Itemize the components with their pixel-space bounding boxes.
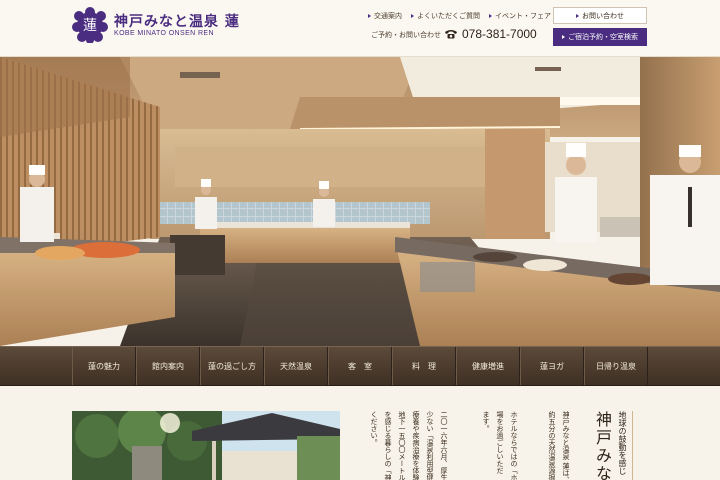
- nav-item-day-spa[interactable]: 日帰り温泉: [584, 347, 648, 385]
- intro-section: ください。 を感じる暮らしの「神戸 地下一五〇〇メートル 療養や疾病治療を体験 …: [0, 387, 720, 480]
- util-link-label: 交通案内: [374, 12, 402, 20]
- nav-item-rooms[interactable]: 客 室: [328, 347, 392, 385]
- arrow-icon: [489, 14, 492, 18]
- site-header: 蓮 神戸みなと温泉 蓮 KOBE MINATO ONSEN REN 交通案内 よ…: [0, 0, 720, 57]
- utility-nav: 交通案内 よくいただくご質問 イベント・フェア: [368, 11, 560, 21]
- nav-item-cuisine[interactable]: 料 理: [392, 347, 456, 385]
- intro-text-col: 二〇一六年六月、厚生: [440, 411, 448, 480]
- util-link-faq[interactable]: よくいただくご質問: [411, 11, 480, 21]
- intro-text-col: 地下一五〇〇メートル: [398, 411, 406, 480]
- arrow-icon: [411, 14, 414, 18]
- nav-item-appeal[interactable]: 蓮の魅力: [72, 347, 136, 385]
- intro-text-col: 約五分の天然温泉源掘: [548, 411, 556, 480]
- phone-number[interactable]: 078-381-7000: [462, 27, 537, 41]
- lotus-logo-icon[interactable]: 蓮: [72, 7, 108, 43]
- nav-item-natural-hot-spring[interactable]: 天然温泉: [264, 347, 328, 385]
- intro-catchphrase: 地球の鼓動を感じ: [611, 411, 633, 480]
- util-link-label: イベント・フェア: [495, 12, 551, 20]
- nav-item-health[interactable]: 健康増進: [456, 347, 520, 385]
- contact-button[interactable]: お問い合わせ: [553, 7, 647, 24]
- reservation-search-button[interactable]: ご宿泊予約・空室検索: [553, 28, 647, 46]
- intro-text-col: ます。: [482, 411, 490, 432]
- arrow-icon: [368, 14, 371, 18]
- util-link-access[interactable]: 交通案内: [368, 11, 402, 21]
- brand-name-en[interactable]: KOBE MINATO ONSEN REN: [114, 30, 214, 37]
- global-navigation: 蓮の魅力 館内案内 蓮の過ごし方 天然温泉 客 室 料 理 健康増進 蓮ヨガ 日…: [0, 346, 720, 386]
- phone-label: ご予約・お問い合わせ: [371, 31, 441, 39]
- intro-text-col: 神戸みなと温泉 蓮は、: [562, 411, 570, 480]
- intro-text-col: を感じる暮らしの「神戸: [384, 411, 392, 480]
- global-nav-list: 蓮の魅力 館内案内 蓮の過ごし方 天然温泉 客 室 料 理 健康増進 蓮ヨガ 日…: [72, 347, 648, 385]
- garden-gazebo-photo: [72, 411, 340, 480]
- contact-button-label: お問い合わせ: [582, 11, 624, 20]
- intro-text-col: 療養や疾病治療を体験: [412, 411, 420, 480]
- arrow-icon: [562, 35, 565, 39]
- brand-name-jp[interactable]: 神戸みなと温泉 蓮: [114, 11, 240, 31]
- nav-item-how-to-spend[interactable]: 蓮の過ごし方: [200, 347, 264, 385]
- util-link-events[interactable]: イベント・フェア: [489, 11, 551, 21]
- intro-text-col: 場をお過ごしいただ: [496, 411, 504, 474]
- reservation-button-label: ご宿泊予約・空室検索: [568, 33, 638, 41]
- nav-item-yoga[interactable]: 蓮ヨガ: [520, 347, 584, 385]
- phone-icon: [445, 30, 457, 39]
- intro-text-col: ホテルならではの「ホ: [510, 411, 518, 480]
- logo-mark-char: 蓮: [83, 18, 97, 34]
- util-link-label: よくいただくご質問: [417, 12, 480, 20]
- nav-item-facility-guide[interactable]: 館内案内: [136, 347, 200, 385]
- arrow-icon: [576, 13, 579, 18]
- hero-image-buffet-restaurant: [0, 57, 720, 346]
- intro-text-col: ください。: [370, 411, 378, 446]
- intro-text-col: 少ない「温泉利用型健: [426, 411, 434, 480]
